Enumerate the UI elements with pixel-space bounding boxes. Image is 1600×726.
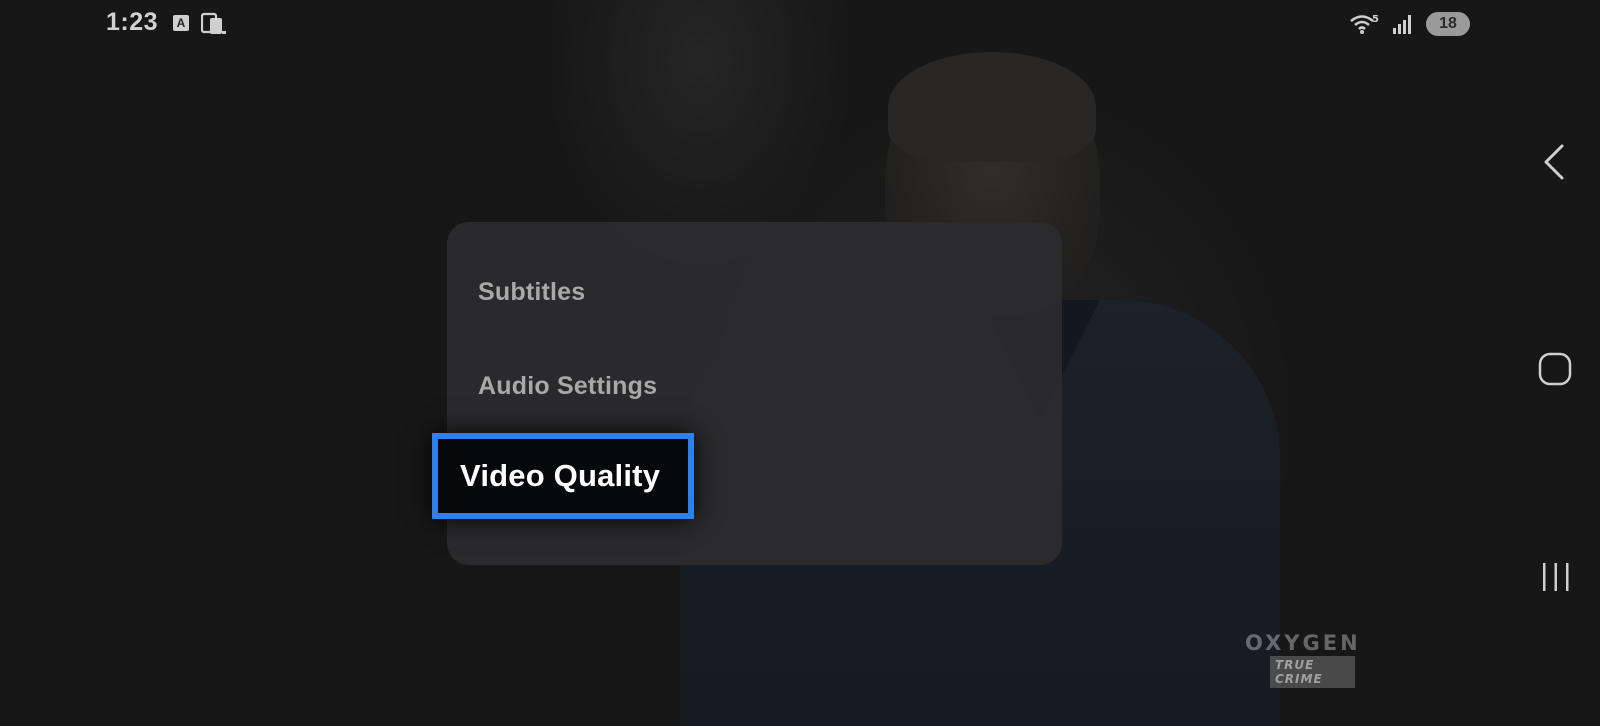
menu-item-subtitles[interactable]: Subtitles — [478, 278, 585, 307]
signal-icon — [1393, 15, 1411, 34]
menu-item-video-quality[interactable]: Video Quality — [432, 433, 694, 519]
wifi-badge: 5 — [1372, 14, 1379, 25]
battery-indicator: 18 — [1426, 12, 1470, 36]
system-navigation-bar — [1508, 0, 1600, 726]
menu-item-audio-settings[interactable]: Audio Settings — [478, 372, 657, 401]
recents-icon[interactable] — [1539, 560, 1573, 594]
watermark-top: OXYGEN — [1245, 631, 1361, 655]
watermark-bottom: TRUE CRIME — [1270, 656, 1355, 688]
channel-watermark: OXYGEN TRUE CRIME — [1245, 631, 1361, 688]
status-right-cluster: 5 18 — [1350, 10, 1470, 38]
wifi-icon: 5 — [1350, 14, 1379, 34]
back-icon[interactable] — [1538, 142, 1570, 182]
home-icon[interactable] — [1538, 352, 1572, 386]
status-time: 1:23 — [106, 8, 159, 36]
cast-phone-icon — [201, 12, 226, 34]
accessibility-a-icon: A — [173, 15, 189, 31]
status-bar: 1:23 A 5 18 — [0, 0, 1600, 48]
